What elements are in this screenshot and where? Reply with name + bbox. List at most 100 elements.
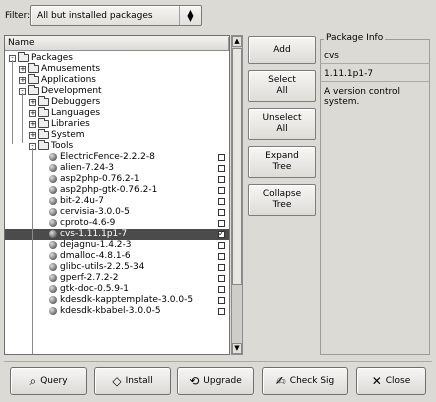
- package-checkbox[interactable]: [218, 264, 225, 271]
- tree-package-row[interactable]: cvs-1.11.1p1-7: [5, 228, 229, 240]
- folder-icon: [28, 74, 39, 84]
- folder-icon: [28, 85, 39, 95]
- tree-package-row[interactable]: asp2php-gtk-0.76.2-1: [5, 185, 229, 196]
- tree-row-label: Development: [41, 86, 102, 96]
- disk-icon: ◇: [112, 374, 122, 388]
- package-checkbox[interactable]: [218, 187, 225, 194]
- select-all-button[interactable]: Select All: [248, 70, 316, 102]
- expand-icon[interactable]: +: [19, 77, 26, 84]
- filter-selected-value: All but installed packages: [37, 10, 153, 21]
- package-checkbox[interactable]: [218, 165, 225, 172]
- tree-row-label: cervisia-3.0.0-5: [60, 207, 130, 217]
- tree-package-row[interactable]: kdesdk-kbabel-3.0.0-5: [5, 306, 229, 317]
- tree-row-label: asp2php-0.76.2-1: [60, 174, 140, 184]
- unselect-all-button[interactable]: Unselect All: [248, 108, 316, 140]
- info-divider: [320, 81, 430, 82]
- tree-package-row[interactable]: kdesdk-kapptemplate-3.0.0-5: [5, 295, 229, 306]
- scroll-thumb[interactable]: [232, 48, 242, 285]
- tree-scrollbar[interactable]: ▲ ▼: [231, 35, 243, 355]
- tree-package-row[interactable]: gtk-doc-0.5.9-1: [5, 284, 229, 295]
- tree-row-label: Applications: [41, 75, 96, 85]
- expand-icon[interactable]: +: [19, 66, 26, 73]
- package-checkbox[interactable]: [218, 176, 225, 183]
- tree-guide-line: [12, 60, 13, 144]
- package-checkbox[interactable]: [218, 154, 225, 161]
- tree-package-row[interactable]: gperf-2.7.2-2: [5, 273, 229, 284]
- package-checkbox[interactable]: [218, 220, 225, 227]
- package-icon: [49, 307, 57, 315]
- tree-row-label: Libraries: [51, 119, 90, 129]
- install-button-label: Install: [125, 376, 153, 386]
- tree-row-label: Packages: [31, 53, 73, 63]
- expand-icon[interactable]: +: [29, 99, 36, 106]
- tree-row-label: cvs-1.11.1p1-7: [60, 229, 128, 239]
- tree-folder-row[interactable]: + Applications: [5, 74, 229, 86]
- tree-package-row[interactable]: ElectricFence-2.2.2-8: [5, 152, 229, 163]
- tree-row-label: kdesdk-kapptemplate-3.0.0-5: [60, 295, 194, 305]
- tree-package-row[interactable]: asp2php-0.76.2-1: [5, 174, 229, 185]
- tree-package-row[interactable]: dmalloc-4.8.1-6: [5, 251, 229, 262]
- package-info-description: A version control system.: [324, 87, 401, 107]
- package-icon: [49, 241, 57, 249]
- tree-folder-row[interactable]: - Tools: [5, 140, 229, 152]
- package-icon: [49, 219, 57, 227]
- tree-row-label: Debuggers: [51, 97, 101, 107]
- tree-package-row[interactable]: cervisia-3.0.0-5: [5, 207, 229, 218]
- tree-row-label: asp2php-gtk-0.76.2-1: [60, 185, 158, 195]
- query-button[interactable]: ⌕ Query: [10, 367, 87, 395]
- collapse-tree-label-line1: Collapse: [262, 189, 302, 199]
- unselect-all-label-line1: Unselect: [262, 113, 302, 123]
- package-icon: [49, 230, 57, 238]
- package-icon: [49, 285, 57, 293]
- tree-guide-line: [22, 93, 23, 143]
- close-icon: ✕: [371, 374, 382, 388]
- close-button[interactable]: ✕ Close: [356, 367, 426, 395]
- tree-column-header[interactable]: Name: [5, 36, 229, 51]
- query-button-label: Query: [40, 376, 68, 386]
- package-icon: [49, 164, 57, 172]
- filter-select[interactable]: All but installed packages ▲ ▼: [30, 5, 202, 26]
- add-button[interactable]: Add: [248, 36, 316, 64]
- package-checkbox[interactable]: [218, 228, 225, 239]
- select-all-label-line2: All: [276, 86, 288, 96]
- package-checkbox[interactable]: [218, 297, 225, 304]
- scroll-down-arrow-icon[interactable]: ▼: [232, 343, 242, 354]
- install-button[interactable]: ◇ Install: [94, 367, 171, 395]
- tree-row-label: Languages: [51, 108, 101, 118]
- check-sig-button[interactable]: ✍ Check Sig: [262, 367, 348, 395]
- collapse-tree-button[interactable]: Collapse Tree: [248, 184, 316, 216]
- expand-icon[interactable]: +: [29, 132, 36, 139]
- folder-icon: [38, 129, 49, 139]
- tree-package-row[interactable]: glibc-utils-2.2.5-34: [5, 262, 229, 273]
- package-icon: [49, 263, 57, 271]
- package-checkbox[interactable]: [218, 275, 225, 282]
- expand-icon[interactable]: +: [29, 121, 36, 128]
- upgrade-button[interactable]: ⟲ Upgrade: [177, 367, 254, 395]
- signature-icon: ✍: [275, 374, 286, 388]
- expand-icon[interactable]: +: [29, 110, 36, 117]
- package-checkbox[interactable]: [218, 242, 225, 249]
- collapse-tree-label-line2: Tree: [272, 200, 292, 210]
- package-checkbox[interactable]: [218, 209, 225, 216]
- expand-tree-button[interactable]: Expand Tree: [248, 146, 316, 178]
- tree-row-label: Amusements: [41, 64, 101, 74]
- package-checkbox[interactable]: [218, 253, 225, 260]
- tree-package-row[interactable]: dejagnu-1.4.2-3: [5, 240, 229, 251]
- package-checkbox[interactable]: [218, 308, 225, 315]
- scroll-up-arrow-icon[interactable]: ▲: [232, 36, 242, 47]
- tree-package-row[interactable]: alien-7.24-3: [5, 163, 229, 174]
- tree-folder-row[interactable]: - Packages: [5, 52, 229, 64]
- package-icon: [49, 296, 57, 304]
- tree-package-row[interactable]: cproto-4.6-9: [5, 218, 229, 229]
- tree-package-row[interactable]: bit-2.4u-7: [5, 196, 229, 207]
- package-tree[interactable]: Name - Packages + Amusements + Applications - D…: [4, 35, 230, 355]
- info-divider: [320, 63, 430, 64]
- package-checkbox[interactable]: [218, 286, 225, 293]
- package-checkbox[interactable]: [218, 198, 225, 205]
- folder-icon: [18, 52, 29, 62]
- tree-row-label: glibc-utils-2.2.5-34: [60, 262, 145, 272]
- expand-tree-label-line1: Expand: [265, 151, 299, 161]
- tree-row-label: gtk-doc-0.5.9-1: [60, 284, 129, 294]
- tree-folder-row[interactable]: + Amusements: [5, 63, 229, 75]
- upgrade-button-label: Upgrade: [203, 376, 242, 386]
